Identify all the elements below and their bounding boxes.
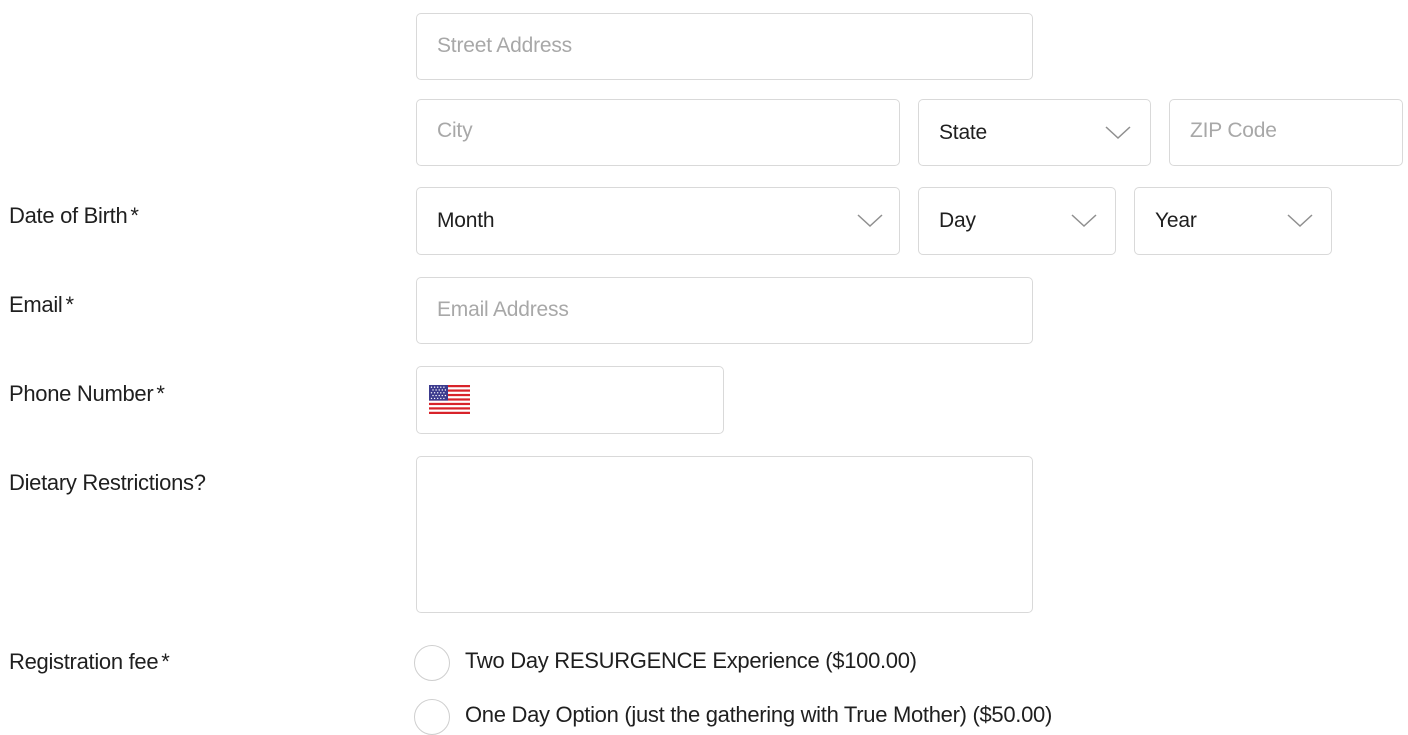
dietary-restrictions-label-text: Dietary Restrictions? [9, 470, 206, 495]
phone-number-input[interactable] [416, 366, 724, 434]
day-select[interactable]: Day [918, 187, 1116, 255]
street-address-input[interactable]: Street Address [416, 13, 1033, 80]
day-select-value: Day [939, 209, 976, 232]
required-asterisk: * [161, 649, 170, 674]
registration-fee-label: Registration fee * [9, 649, 170, 675]
chevron-down-icon [1287, 214, 1313, 228]
chevron-down-icon [857, 214, 883, 228]
month-select-value: Month [437, 209, 495, 232]
dietary-restrictions-label: Dietary Restrictions? [9, 470, 206, 496]
email-input[interactable]: Email Address [416, 277, 1033, 344]
required-asterisk: * [65, 292, 75, 317]
city-input[interactable]: City [416, 99, 900, 166]
zip-code-placeholder: ZIP Code [1190, 119, 1277, 142]
email-placeholder: Email Address [437, 298, 569, 321]
chevron-down-icon [1105, 126, 1131, 140]
street-address-placeholder: Street Address [437, 34, 572, 57]
zip-code-input[interactable]: ZIP Code [1169, 99, 1403, 166]
date-of-birth-label-text: Date of Birth [9, 203, 128, 228]
chevron-down-icon [1071, 214, 1097, 228]
registration-option-one-day-label[interactable]: One Day Option (just the gathering with … [465, 702, 1052, 728]
registration-option-two-day-label[interactable]: Two Day RESURGENCE Experience ($100.00) [465, 648, 917, 674]
required-asterisk: * [156, 381, 165, 406]
radio-circle-icon[interactable] [414, 645, 450, 681]
required-asterisk: * [130, 203, 139, 228]
registration-fee-label-text: Registration fee [9, 649, 159, 674]
email-label: Email * [9, 292, 74, 318]
date-of-birth-label: Date of Birth * [9, 203, 139, 229]
month-select[interactable]: Month [416, 187, 900, 255]
year-select[interactable]: Year [1134, 187, 1332, 255]
dietary-restrictions-textarea[interactable] [416, 456, 1033, 613]
phone-number-label-text: Phone Number [9, 381, 154, 406]
radio-circle-icon[interactable] [414, 699, 450, 735]
city-placeholder: City [437, 119, 473, 142]
us-flag-icon[interactable] [429, 385, 470, 414]
phone-number-label: Phone Number * [9, 381, 165, 407]
email-label-text: Email [9, 292, 63, 317]
year-select-value: Year [1155, 209, 1197, 232]
state-select-value: State [939, 121, 988, 144]
state-select[interactable]: State [918, 99, 1151, 166]
